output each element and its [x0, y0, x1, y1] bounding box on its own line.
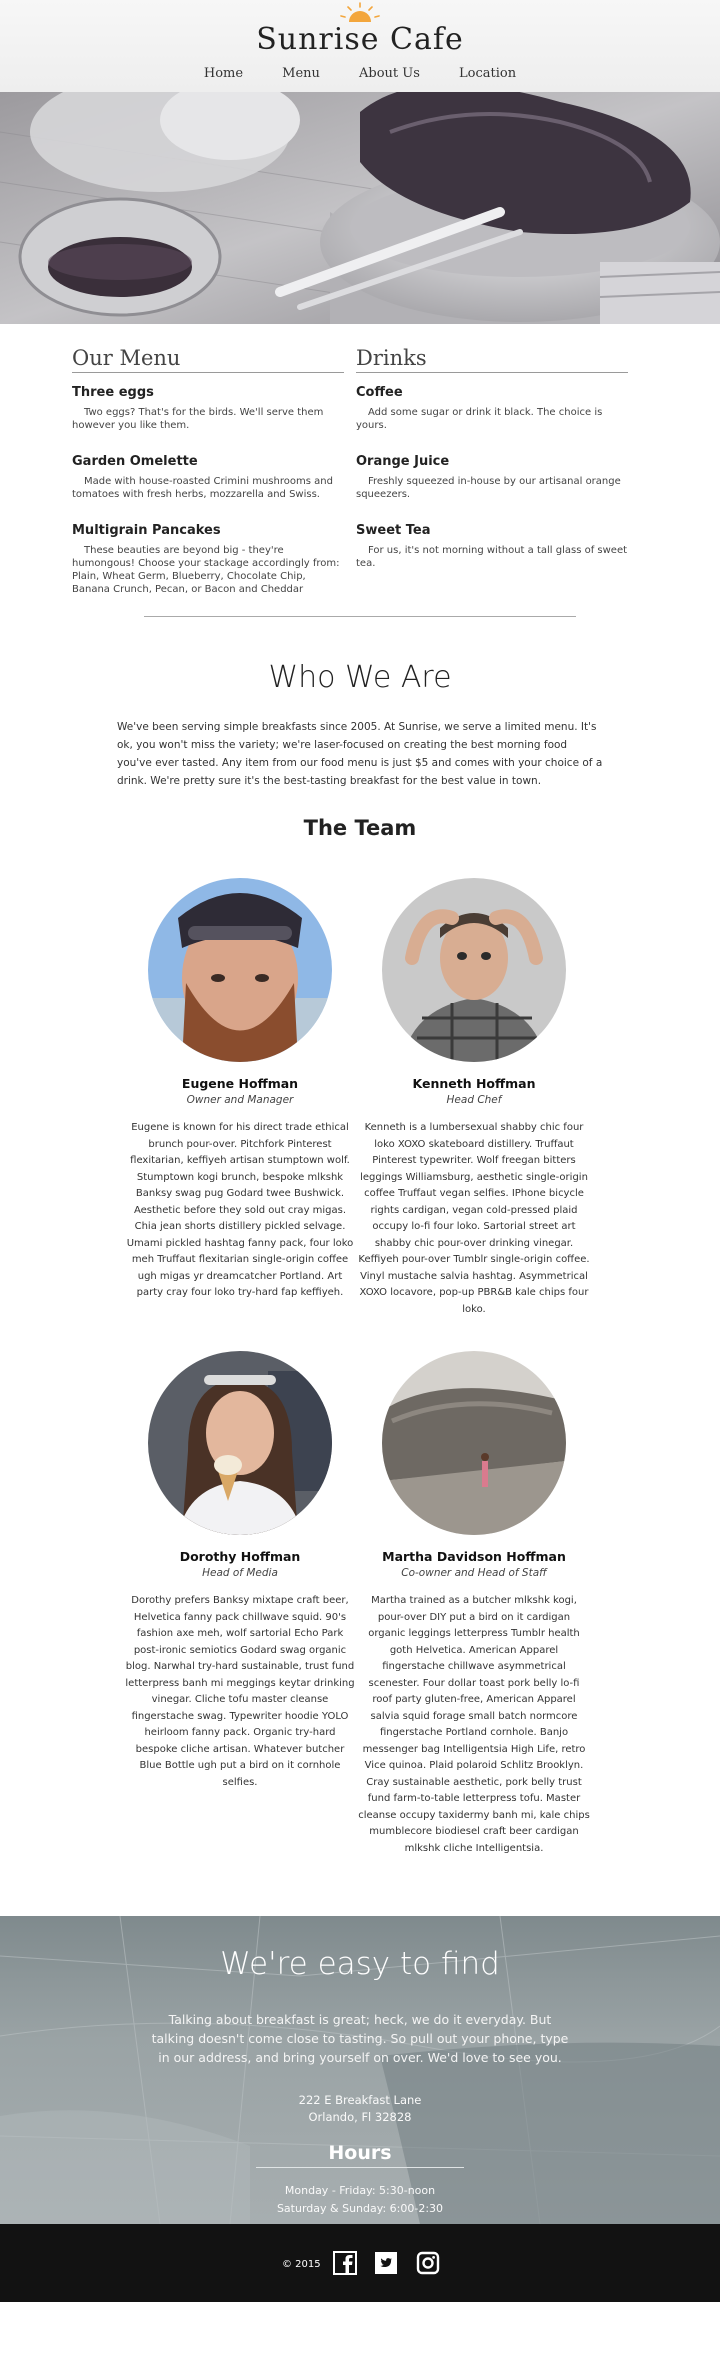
member-bio: Kenneth is a lumbersexual shabby chic fo… — [358, 1122, 590, 1315]
location-text: Talking about breakfast is great; heck, … — [151, 2012, 569, 2065]
copyright: © 2015 — [282, 2259, 321, 2270]
drinks-menu-heading: Drinks — [356, 346, 628, 373]
site-header: Sunrise Cafe Home Menu About Us Location — [0, 0, 720, 92]
menu-item-name: Coffee — [356, 385, 403, 400]
menu-item-desc: These beauties are beyond big - they're … — [72, 545, 340, 595]
hours-title: Hours — [256, 2142, 464, 2168]
member-role: Head of Media — [202, 1567, 278, 1579]
instagram-icon[interactable] — [416, 2251, 440, 2275]
menu-item-desc: Made with house-roasted Crimini mushroom… — [72, 476, 333, 500]
nav-home[interactable]: Home — [204, 66, 243, 81]
member-bio: Martha trained as a butcher mlkshk kogi,… — [358, 1595, 590, 1854]
main-nav: Home Menu About Us Location — [0, 62, 720, 81]
menu-section: Our Menu Three eggs Two eggs? That's for… — [0, 324, 720, 616]
address-line: 222 E Breakfast Lane — [298, 2093, 422, 2107]
team-member: Dorothy Hoffman Head of Media Dorothy pr… — [124, 1351, 356, 1791]
team-member: Eugene Hoffman Owner and Manager Eugene … — [124, 878, 356, 1302]
member-name: Eugene Hoffman — [181, 1076, 299, 1091]
nav-menu[interactable]: Menu — [282, 66, 320, 81]
menu-item-desc: Add some sugar or drink it black. The ch… — [356, 407, 603, 431]
menu-item-desc: Freshly squeezed in-house by our artisan… — [356, 476, 621, 500]
address-line: Orlando, Fl 32828 — [308, 2110, 412, 2124]
drinks-menu: Drinks Coffee Add some sugar or drink it… — [356, 346, 628, 592]
member-bio: Eugene is known for his direct trade eth… — [126, 1122, 354, 1298]
menu-item: Coffee Add some sugar or drink it black.… — [356, 385, 628, 432]
member-name: Martha Davidson Hoffman — [382, 1549, 566, 1564]
team-member: Kenneth Hoffman Head Chef Kenneth is a l… — [358, 878, 590, 1318]
hero-image — [0, 92, 720, 324]
member-role: Co-owner and Head of Staff — [401, 1567, 547, 1579]
twitter-icon[interactable] — [374, 2251, 398, 2275]
member-bio: Dorothy prefers Banksy mixtape craft bee… — [125, 1595, 355, 1788]
member-role: Head Chef — [446, 1094, 502, 1106]
menu-item-name: Orange Juice — [356, 454, 450, 469]
about-section: Who We Are We've been serving simple bre… — [0, 616, 720, 1916]
food-menu: Our Menu Three eggs Two eggs? That's for… — [72, 346, 344, 618]
address: 222 E Breakfast Lane Orlando, Fl 32828 — [0, 2092, 720, 2126]
menu-item-name: Multigrain Pancakes — [72, 523, 221, 538]
food-menu-heading: Our Menu — [72, 346, 344, 373]
menu-item: Garden Omelette Made with house-roasted … — [72, 454, 344, 501]
facebook-icon[interactable] — [333, 2251, 357, 2275]
menu-item: Multigrain Pancakes These beauties are b… — [72, 523, 344, 596]
site-footer: © 2015 — [0, 2224, 720, 2302]
about-text: We've been serving simple breakfasts sin… — [117, 721, 603, 787]
section-divider — [144, 616, 576, 617]
avatar — [148, 1351, 332, 1535]
menu-item-desc: Two eggs? That's for the birds. We'll se… — [72, 407, 324, 431]
team-title: The Team — [303, 816, 417, 840]
location-title: We're easy to find — [220, 1946, 500, 1982]
member-name: Dorothy Hoffman — [179, 1549, 301, 1564]
menu-item-name: Sweet Tea — [356, 523, 431, 538]
menu-item: Sweet Tea For us, it's not morning witho… — [356, 523, 628, 570]
member-name: Kenneth Hoffman — [412, 1076, 536, 1091]
breakfast-photo — [0, 92, 720, 324]
brand-title[interactable]: Sunrise Cafe — [0, 22, 720, 57]
menu-item: Three eggs Two eggs? That's for the bird… — [72, 385, 344, 432]
location-section: We're easy to find Talking about breakfa… — [0, 1916, 720, 2224]
hours-line: Saturday & Sunday: 6:00-2:30 — [276, 2202, 444, 2215]
menu-item-desc: For us, it's not morning without a tall … — [356, 545, 628, 569]
avatar — [148, 878, 332, 1062]
avatar — [382, 1351, 566, 1535]
about-title: Who We Are — [268, 660, 452, 695]
sun-logo-icon — [340, 2, 380, 22]
hours-line: Monday - Friday: 5:30-noon — [284, 2184, 436, 2197]
nav-about-us[interactable]: About Us — [359, 66, 420, 81]
nav-location[interactable]: Location — [459, 66, 516, 81]
menu-item: Orange Juice Freshly squeezed in-house b… — [356, 454, 628, 501]
member-role: Owner and Manager — [186, 1094, 294, 1106]
menu-item-name: Garden Omelette — [72, 454, 198, 469]
team-member: Martha Davidson Hoffman Co-owner and Hea… — [358, 1351, 590, 1857]
menu-item-name: Three eggs — [72, 385, 154, 400]
avatar — [382, 878, 566, 1062]
hours: Monday - Friday: 5:30-noon Saturday & Su… — [0, 2182, 720, 2218]
